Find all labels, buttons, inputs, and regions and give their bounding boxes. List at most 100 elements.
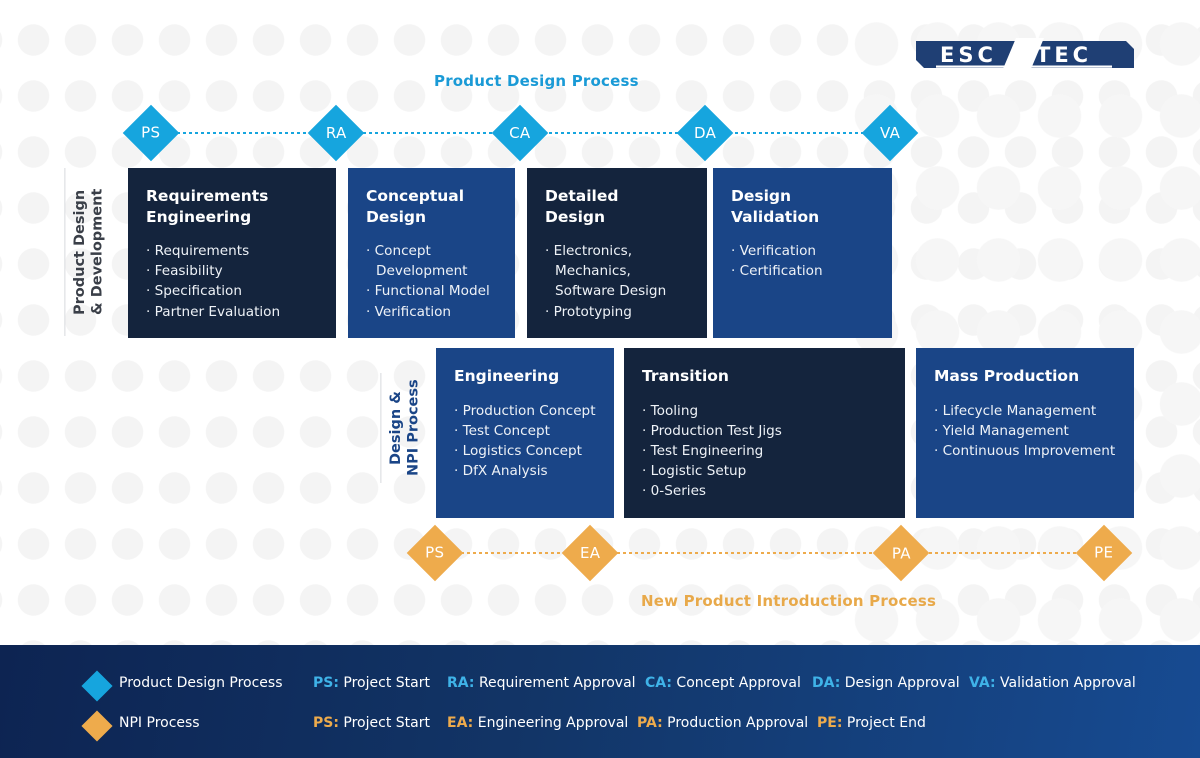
list-item: Continuous Improvement [934, 441, 1118, 461]
list-item: Verification [366, 302, 499, 322]
milestone-ea[interactable]: EA [561, 524, 619, 582]
legend-key-ca: CA: Concept Approval [645, 675, 801, 691]
process-box-items: Production Concept Test Concept Logistic… [454, 401, 598, 481]
milestone-label: CA [509, 124, 531, 142]
list-item: Prototyping [545, 302, 691, 322]
milestone-label: PE [1094, 544, 1114, 562]
milestone-label: VA [879, 123, 901, 142]
legend-key-code: PS: [313, 715, 339, 731]
list-item: Requirements [146, 241, 320, 261]
legend-key-label: Project End [846, 715, 926, 731]
milestone-pa[interactable]: PA [872, 524, 930, 582]
process-box-conceptual-design[interactable]: Conceptual Design Concept Development Fu… [348, 168, 515, 338]
process-box-requirements-engineering[interactable]: Requirements Engineering Requirements Fe… [128, 168, 336, 338]
process-box-title: Transition [642, 367, 729, 385]
list-item: Test Engineering [642, 441, 889, 461]
process-box-items: Requirements Feasibility Specification P… [146, 241, 320, 321]
list-item: DfX Analysis [454, 461, 598, 481]
process-box-items: Tooling Production Test Jigs Test Engine… [642, 401, 889, 502]
list-item: Verification [731, 241, 876, 261]
milestone-label: DA [693, 124, 717, 142]
list-item: Functional Model [366, 281, 499, 301]
legend-key-code: PE: [817, 715, 843, 731]
process-box-design-validation[interactable]: Design Validation Verification Certifica… [713, 168, 892, 338]
npi-milestone-rail: PS EA PA PE [0, 524, 1200, 582]
milestone-va[interactable]: VA [861, 104, 919, 162]
legend-key-code: PS: [313, 675, 339, 691]
list-item: Logistics Concept [454, 441, 598, 461]
legend-key-label: Design Approval [844, 675, 960, 691]
axis-label-product-design-development: Product Design & Development [64, 168, 108, 336]
process-box-transition[interactable]: Transition Tooling Production Test Jigs … [624, 348, 905, 518]
legend-key-label: Project Start [343, 715, 430, 731]
legend-name-product-design-process: Product Design Process [119, 675, 283, 691]
rail-dotted-line [455, 552, 1084, 554]
legend-name-npi-process: NPI Process [119, 715, 200, 731]
list-item: Logistic Setup [642, 461, 889, 481]
legend-key-code: PA: [637, 715, 663, 731]
list-item: Production Concept [454, 401, 598, 421]
list-item: Feasibility [146, 261, 320, 281]
milestone-label: PA [891, 543, 911, 562]
legend-key-da: DA: Design Approval [812, 675, 960, 691]
milestone-pe[interactable]: PE [1075, 524, 1133, 582]
escatec-logo: ESC TEC [916, 38, 1134, 76]
process-box-title: Requirements Engineering [146, 187, 269, 226]
process-box-title: Design Validation [731, 187, 820, 226]
legend-key-ps-npi: PS: Project Start [313, 715, 430, 731]
axis-label-design-npi-process: Design & NPI Process [380, 373, 424, 483]
list-item: Electronics, Mechanics, Software Design [545, 241, 691, 301]
legend-key-label: Project Start [343, 675, 430, 691]
legend-key-label: Engineering Approval [477, 715, 629, 731]
list-item: Lifecycle Management [934, 401, 1118, 421]
legend-key-ps: PS: Project Start [313, 675, 430, 691]
legend-key-pe: PE: Project End [817, 715, 926, 731]
milestone-ps-npi[interactable]: PS [406, 524, 464, 582]
list-item: Yield Management [934, 421, 1118, 441]
list-item: 0-Series [642, 481, 889, 501]
process-box-engineering[interactable]: Engineering Production Concept Test Conc… [436, 348, 614, 518]
list-item: Production Test Jigs [642, 421, 889, 441]
list-item: Specification [146, 281, 320, 301]
legend-key-code: DA: [812, 675, 841, 691]
npi-process-title: New Product Introduction Process [641, 592, 937, 610]
process-box-title: Mass Production [934, 367, 1080, 385]
milestone-ca[interactable]: CA [491, 104, 549, 162]
process-box-items: Electronics, Mechanics, Software Design … [545, 241, 691, 321]
process-box-mass-production[interactable]: Mass Production Lifecycle Management Yie… [916, 348, 1134, 518]
process-box-items: Lifecycle Management Yield Management Co… [934, 401, 1118, 461]
process-box-detailed-design[interactable]: Detailed Design Electronics, Mechanics, … [527, 168, 707, 338]
legend-key-ra: RA: Requirement Approval [447, 675, 636, 691]
legend-key-label: Concept Approval [676, 675, 801, 691]
list-item: Test Concept [454, 421, 598, 441]
process-box-title: Engineering [454, 367, 560, 385]
process-box-items: Verification Certification [731, 241, 876, 281]
product-design-process-title: Product Design Process [434, 72, 639, 90]
milestone-ra[interactable]: RA [307, 104, 365, 162]
milestone-ps[interactable]: PS [122, 104, 180, 162]
legend-key-label: Requirement Approval [478, 675, 636, 691]
legend-footer: Product Design Process PS: Project Start… [0, 645, 1200, 758]
list-item: Certification [731, 261, 876, 281]
milestone-da[interactable]: DA [676, 104, 734, 162]
list-item: Concept Development [366, 241, 499, 281]
milestone-label: RA [325, 124, 347, 142]
process-box-items: Concept Development Functional Model Ver… [366, 241, 499, 321]
legend-key-code: EA: [447, 715, 474, 731]
process-box-title: Detailed Design [545, 187, 619, 226]
legend-diamond-gold-icon [81, 710, 113, 742]
legend-row-product-design: Product Design Process PS: Project Start… [0, 669, 1200, 705]
legend-key-label: Validation Approval [1000, 675, 1136, 691]
legend-key-label: Production Approval [667, 715, 809, 731]
list-item: Tooling [642, 401, 889, 421]
process-box-title: Conceptual Design [366, 187, 465, 226]
legend-key-ea: EA: Engineering Approval [447, 715, 628, 731]
legend-key-va: VA: Validation Approval [969, 675, 1136, 691]
svg-text:ESC: ESC [940, 43, 997, 67]
product-design-milestone-rail: PS RA CA DA VA [0, 104, 1200, 162]
milestone-label: EA [579, 544, 601, 562]
legend-key-code: VA: [969, 675, 996, 691]
legend-diamond-blue-icon [81, 670, 113, 702]
legend-key-pa: PA: Production Approval [637, 715, 808, 731]
milestone-label: PS [425, 543, 445, 562]
